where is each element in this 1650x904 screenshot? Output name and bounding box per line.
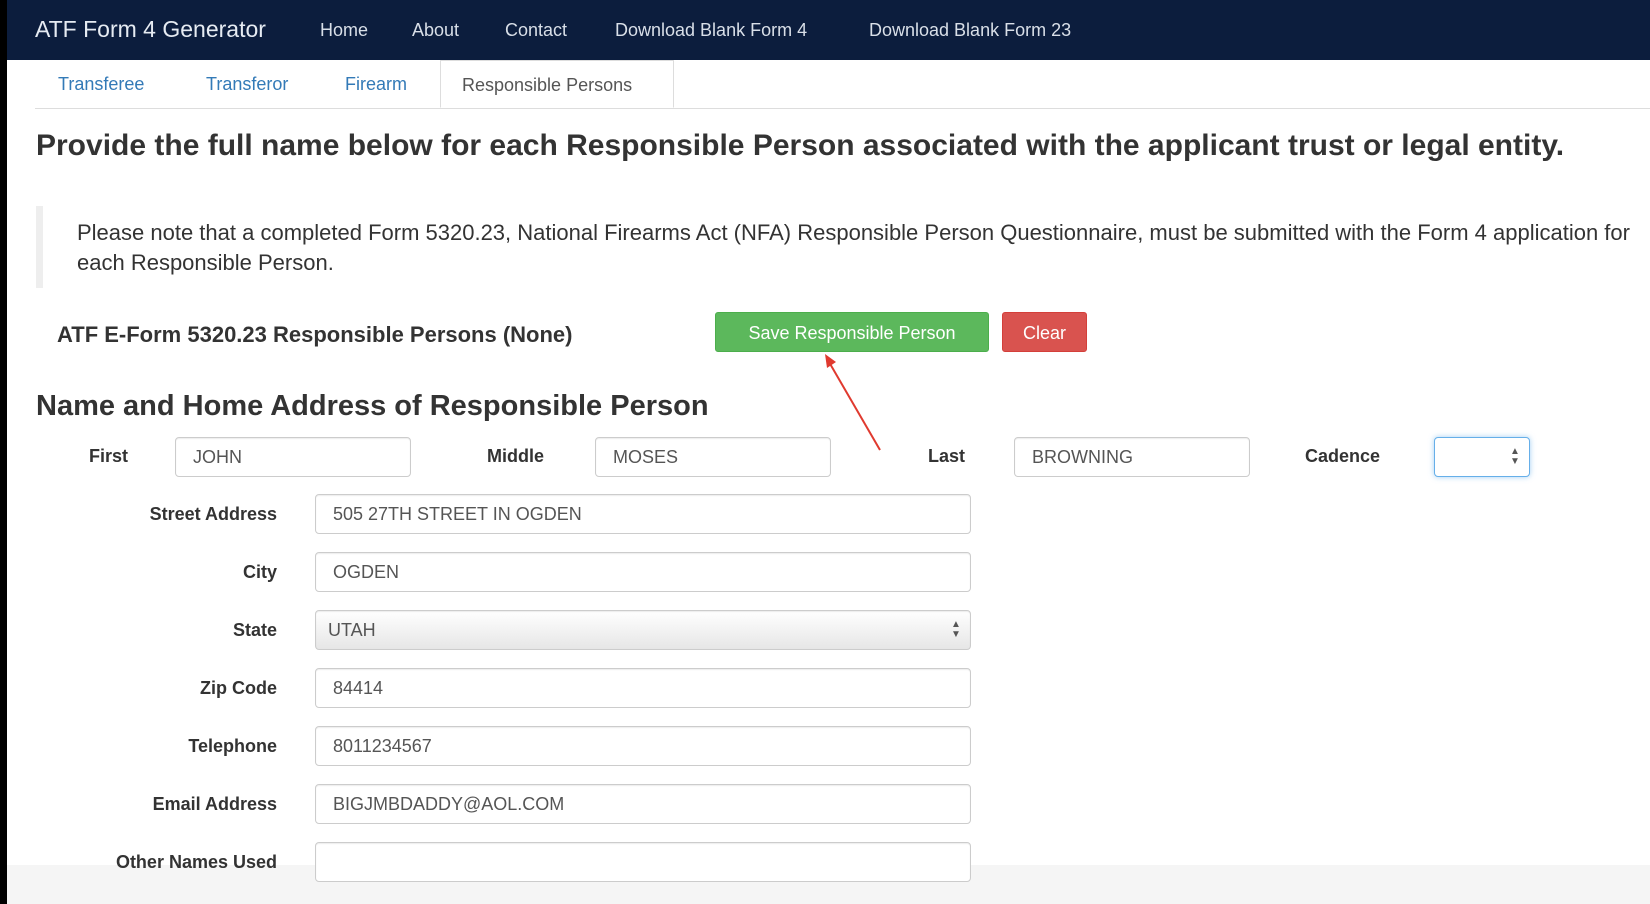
middle-name-input[interactable]: MOSES xyxy=(595,437,831,477)
other-names-input[interactable] xyxy=(315,842,971,882)
zip-code-input[interactable]: 84414 xyxy=(315,668,971,708)
brand-link[interactable]: ATF Form 4 Generator xyxy=(35,16,266,43)
city-input[interactable]: OGDEN xyxy=(315,552,971,592)
state-label: State xyxy=(232,620,277,640)
telephone-value: 8011234567 xyxy=(333,736,432,756)
tab-transferee[interactable]: Transferee xyxy=(58,74,144,95)
middle-name-label: Middle xyxy=(487,446,544,466)
telephone-input[interactable]: 8011234567 xyxy=(315,726,971,766)
save-responsible-person-button[interactable]: Save Responsible Person xyxy=(715,312,989,352)
nav-download-form-4[interactable]: Download Blank Form 4 xyxy=(615,20,807,41)
telephone-label: Telephone xyxy=(188,736,277,756)
street-address-label: Street Address xyxy=(149,504,277,524)
zip-code-label: Zip Code xyxy=(200,678,277,698)
zip-code-value: 84414 xyxy=(333,678,384,698)
navbar: ATF Form 4 Generator Home About Contact … xyxy=(7,0,1650,60)
updown-chevron-icon: ▲ ▼ xyxy=(1510,446,1520,467)
cadence-select[interactable]: ▲ ▼ xyxy=(1434,437,1530,477)
last-name-input[interactable]: BROWNING xyxy=(1014,437,1250,477)
nav-about[interactable]: About xyxy=(412,20,459,41)
city-value: OGDEN xyxy=(333,562,400,582)
note-text: Please note that a completed Form 5320.2… xyxy=(77,220,1630,275)
middle-name-value: MOSES xyxy=(613,447,679,467)
street-address-input[interactable]: 505 27TH STREET IN OGDEN xyxy=(315,494,971,534)
page-heading: Provide the full name below for each Res… xyxy=(36,129,1565,162)
tab-responsible-persons-label: Responsible Persons xyxy=(462,75,633,95)
last-name-label: Last xyxy=(928,446,966,466)
first-name-label: First xyxy=(89,446,129,466)
nav-contact[interactable]: Contact xyxy=(505,20,567,41)
tab-transferor[interactable]: Transferor xyxy=(206,74,288,95)
nav-home[interactable]: Home xyxy=(320,20,368,41)
clear-button[interactable]: Clear xyxy=(1002,312,1087,352)
note-blockquote: Please note that a completed Form 5320.2… xyxy=(36,206,1636,288)
section-subheading: Name and Home Address of Responsible Per… xyxy=(36,390,709,422)
updown-chevron-icon: ▲ ▼ xyxy=(951,619,961,640)
first-name-value: JOHN xyxy=(193,447,242,467)
state-select[interactable]: UTAH ▲ ▼ xyxy=(315,610,971,650)
email-address-value: BIGJMBDADDY@AOL.COM xyxy=(333,794,565,814)
cadence-label: Cadence xyxy=(1305,446,1381,466)
last-name-value: BROWNING xyxy=(1032,447,1133,467)
responsible-persons-status: ATF E-Form 5320.23 Responsible Persons (… xyxy=(57,322,573,347)
tab-responsible-persons[interactable]: Responsible Persons xyxy=(440,60,674,108)
other-names-label: Other Names Used xyxy=(115,852,277,872)
tab-firearm[interactable]: Firearm xyxy=(345,74,407,95)
form-tabs: Transferee Transferor Firearm Responsibl… xyxy=(35,60,1650,109)
first-name-input[interactable]: JOHN xyxy=(175,437,411,477)
email-address-input[interactable]: BIGJMBDADDY@AOL.COM xyxy=(315,784,971,824)
street-address-value: 505 27TH STREET IN OGDEN xyxy=(333,504,582,524)
app-frame: ATF Form 4 Generator Home About Contact … xyxy=(7,0,1650,904)
email-address-label: Email Address xyxy=(152,794,277,814)
state-value: UTAH xyxy=(328,620,376,640)
city-label: City xyxy=(242,562,277,582)
nav-download-form-23[interactable]: Download Blank Form 23 xyxy=(869,20,1071,41)
